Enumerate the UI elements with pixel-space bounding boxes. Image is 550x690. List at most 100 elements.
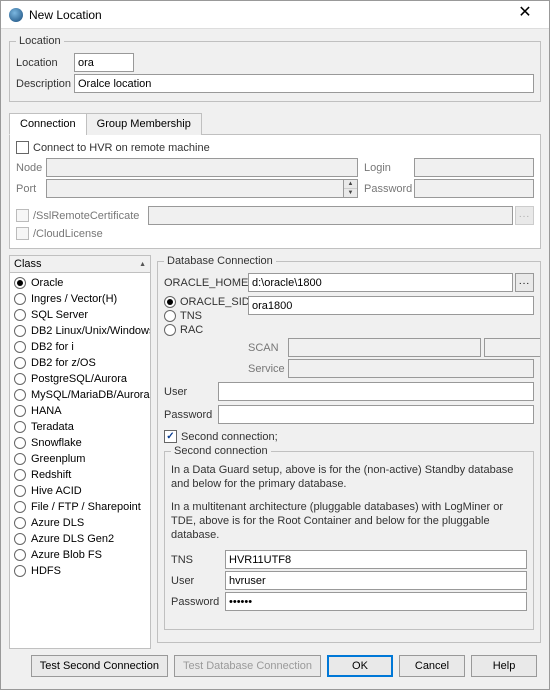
dbconn-password-input[interactable] [218,405,534,424]
second-user-label: User [171,575,225,587]
class-item[interactable]: Redshift [10,467,150,483]
class-item[interactable]: HDFS [10,563,150,579]
login-label: Login [364,162,414,174]
cancel-button[interactable]: Cancel [399,655,465,677]
oracle-sid-label: ORACLE_SID [180,296,250,308]
cloud-checkbox [16,227,29,240]
class-radio[interactable] [14,325,26,337]
port-spinner: ▲▼ [344,179,358,198]
second-help-1: In a Data Guard setup, above is for the … [171,461,527,498]
class-item[interactable]: Hive ACID [10,483,150,499]
test-second-connection-button[interactable]: Test Second Connection [31,655,168,677]
class-item-label: Redshift [31,469,71,481]
class-item[interactable]: Snowflake [10,435,150,451]
location-legend: Location [16,35,64,47]
window-title: New Location [29,8,505,22]
class-radio[interactable] [14,501,26,513]
tab-bar: Connection Group Membership [9,112,541,135]
second-password-input[interactable] [225,592,527,611]
class-radio[interactable] [14,341,26,353]
class-item-label: DB2 for i [31,341,74,353]
description-label: Description [16,78,74,90]
class-radio[interactable] [14,485,26,497]
class-radio[interactable] [14,437,26,449]
class-list[interactable]: OracleIngres / Vector(H)SQL ServerDB2 Li… [10,273,150,648]
class-item-label: Hive ACID [31,485,82,497]
node-label: Node [16,162,46,174]
class-item-label: DB2 for z/OS [31,357,96,369]
class-radio[interactable] [14,389,26,401]
second-connection-checkbox[interactable] [164,430,177,443]
second-connection-label: Second connection; [181,431,278,443]
remote-checkbox[interactable] [16,141,29,154]
tab-connection[interactable]: Connection [9,113,87,135]
class-item-label: Azure DLS [31,517,84,529]
class-radio[interactable] [14,373,26,385]
class-radio[interactable] [14,309,26,321]
class-item[interactable]: Azure DLS [10,515,150,531]
close-button[interactable]: ✕ [505,2,545,28]
ssl-checkbox [16,209,29,222]
second-tns-label: TNS [171,554,225,566]
class-radio[interactable] [14,293,26,305]
chevron-up-icon[interactable]: ▲ [139,261,146,268]
ssl-browse-button: ... [515,206,534,225]
tab-page-connection: Connect to HVR on remote machine Node Lo… [9,135,541,249]
class-item-label: Greenplum [31,453,85,465]
titlebar: New Location ✕ [1,1,549,29]
class-item[interactable]: MySQL/MariaDB/Aurora [10,387,150,403]
scan-port-input [484,338,541,357]
oracle-home-browse-button[interactable]: ... [515,273,534,292]
second-tns-input[interactable] [225,550,527,569]
oracle-sid-radio[interactable] [164,296,176,308]
class-item[interactable]: Azure Blob FS [10,547,150,563]
class-item[interactable]: SQL Server [10,307,150,323]
class-item[interactable]: File / FTP / Sharepoint [10,499,150,515]
class-item[interactable]: Azure DLS Gen2 [10,531,150,547]
class-radio[interactable] [14,565,26,577]
class-panel: Class ▲ OracleIngres / Vector(H)SQL Serv… [9,255,151,649]
class-item[interactable]: Oracle [10,275,150,291]
class-item[interactable]: DB2 Linux/Unix/Windows [10,323,150,339]
test-database-connection-button[interactable]: Test Database Connection [174,655,321,677]
class-radio[interactable] [14,517,26,529]
remote-password-label: Password [364,183,414,195]
class-item[interactable]: DB2 for i [10,339,150,355]
class-item[interactable]: Greenplum [10,451,150,467]
oracle-home-input[interactable] [248,273,513,292]
port-input [46,179,344,198]
class-radio[interactable] [14,453,26,465]
location-input[interactable] [74,53,134,72]
class-radio[interactable] [14,357,26,369]
dbconn-user-input[interactable] [218,382,534,401]
class-item[interactable]: PostgreSQL/Aurora [10,371,150,387]
help-button[interactable]: Help [471,655,537,677]
service-input [288,359,534,378]
login-input [414,158,534,177]
second-legend: Second connection [171,445,271,457]
class-radio[interactable] [14,549,26,561]
oracle-home-label: ORACLE_HOME [164,277,248,289]
class-radio[interactable] [14,405,26,417]
class-item[interactable]: Teradata [10,419,150,435]
rac-radio[interactable] [164,324,176,336]
class-radio[interactable] [14,421,26,433]
oracle-sid-input[interactable] [248,296,534,315]
class-item[interactable]: Ingres / Vector(H) [10,291,150,307]
tns-radio[interactable] [164,310,176,322]
ok-button[interactable]: OK [327,655,393,677]
database-connection-group: Database Connection ORACLE_HOME ... ORAC… [157,255,541,643]
location-label: Location [16,57,74,69]
rac-label: RAC [180,324,203,336]
second-connection-group: Second connection In a Data Guard setup,… [164,445,534,630]
second-user-input[interactable] [225,571,527,590]
class-item-label: File / FTP / Sharepoint [31,501,141,513]
app-icon [9,8,23,22]
class-radio[interactable] [14,277,26,289]
class-radio[interactable] [14,469,26,481]
tab-group-membership[interactable]: Group Membership [86,113,202,135]
description-input[interactable] [74,74,534,93]
class-item[interactable]: HANA [10,403,150,419]
class-radio[interactable] [14,533,26,545]
class-item[interactable]: DB2 for z/OS [10,355,150,371]
